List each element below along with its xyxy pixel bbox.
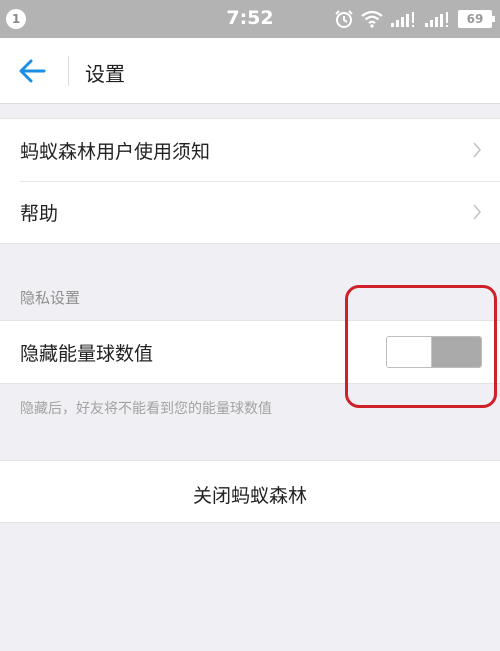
nav-bar: 设置 — [0, 38, 500, 104]
signal-icon — [391, 12, 414, 27]
back-arrow-icon — [19, 59, 46, 83]
chevron-right-icon — [473, 204, 482, 220]
status-icons: 69 — [334, 8, 495, 30]
page-title: 设置 — [85, 62, 125, 86]
close-forest-button[interactable]: 关闭蚂蚁森林 — [0, 461, 500, 523]
menu-item-user-agreement[interactable]: 蚂蚁森林用户使用须知 — [0, 119, 500, 181]
status-bar: 1 7:52 69 — [0, 0, 500, 38]
back-button[interactable] — [14, 54, 50, 88]
highlight-annotation — [345, 285, 497, 408]
privacy-section-header: 隐私设置 — [20, 289, 81, 307]
toggle-label: 隐藏能量球数值 — [20, 343, 154, 365]
general-settings-group: 蚂蚁森林用户使用须知 帮助 — [0, 118, 500, 244]
chevron-right-icon — [473, 142, 482, 158]
privacy-footnote: 隐藏后，好友将不能看到您的能量球数值 — [20, 401, 272, 417]
alarm-icon — [335, 10, 353, 28]
menu-item-label: 蚂蚁森林用户使用须知 — [20, 141, 211, 163]
battery-indicator: 69 — [458, 10, 495, 28]
signal-icon — [425, 12, 448, 27]
close-forest-label: 关闭蚂蚁森林 — [192, 485, 307, 507]
menu-item-help[interactable]: 帮助 — [0, 181, 500, 243]
close-forest-group: 关闭蚂蚁森林 — [0, 460, 500, 523]
menu-item-label: 帮助 — [20, 203, 59, 225]
nav-divider — [68, 56, 69, 86]
settings-screen: 1 7:52 69 设置 蚂蚁森林用户使用须知 帮助 隐私设置 隐藏能量球数值 … — [0, 0, 500, 651]
wifi-icon — [361, 10, 383, 28]
